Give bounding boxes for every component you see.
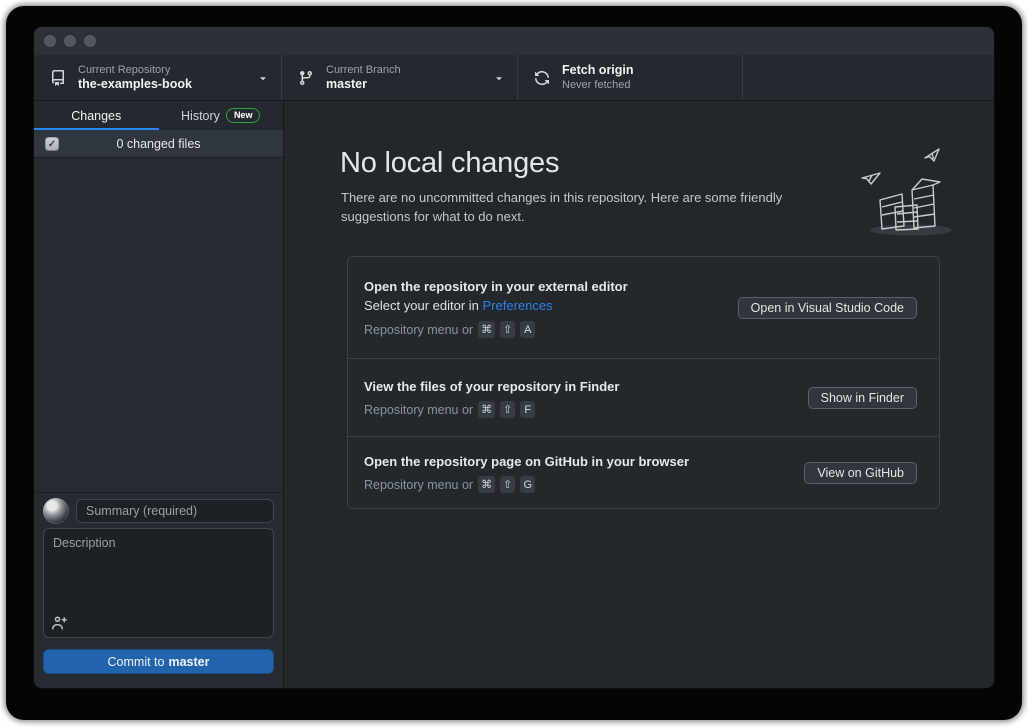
sidebar: Changes History New ✓ 0 changed files bbox=[34, 101, 284, 688]
tab-history[interactable]: History New bbox=[159, 101, 284, 130]
current-branch-label: Current Branch bbox=[326, 63, 487, 77]
shift-key: ⇧ bbox=[500, 401, 515, 418]
suggestion-open-editor-text: Open the repository in your external edi… bbox=[364, 277, 628, 338]
sync-icon bbox=[534, 70, 550, 86]
letter-key: G bbox=[520, 476, 535, 493]
current-branch-text: Current Branch master bbox=[326, 63, 487, 92]
shift-key: ⇧ bbox=[500, 476, 515, 493]
shift-key: ⇧ bbox=[500, 321, 515, 338]
select-all-checkbox[interactable]: ✓ bbox=[45, 137, 59, 151]
github-desktop-window: Current Repository the-examples-book Cur… bbox=[33, 26, 995, 689]
suggestion-title: Open the repository page on GitHub in yo… bbox=[364, 452, 689, 471]
changed-files-header: ✓ 0 changed files bbox=[34, 130, 283, 158]
fetch-origin-button[interactable]: Fetch origin Never fetched bbox=[518, 55, 743, 100]
suggestion-title: Open the repository in your external edi… bbox=[364, 277, 628, 296]
commit-button-branch: master bbox=[168, 655, 209, 669]
shortcut-hint: Repository menu or ⌘ ⇧ F bbox=[364, 401, 619, 418]
changed-files-label: 0 changed files bbox=[116, 137, 200, 151]
commit-form: Commit to master bbox=[34, 492, 283, 688]
suggestion-open-editor: Open the repository in your external edi… bbox=[348, 257, 939, 358]
commit-button[interactable]: Commit to master bbox=[43, 649, 274, 674]
cmd-key: ⌘ bbox=[478, 321, 495, 338]
open-in-editor-button[interactable]: Open in Visual Studio Code bbox=[738, 297, 917, 319]
close-button[interactable] bbox=[44, 35, 56, 47]
suggestions-panel: Open the repository in your external edi… bbox=[347, 256, 940, 509]
chevron-down-icon bbox=[257, 72, 269, 84]
shortcut-prefix: Repository menu or bbox=[364, 403, 473, 417]
git-branch-icon bbox=[298, 70, 314, 86]
toolbar: Current Repository the-examples-book Cur… bbox=[34, 55, 994, 101]
fetch-origin-label: Fetch origin bbox=[562, 63, 730, 78]
current-branch-value: master bbox=[326, 77, 487, 92]
main-panel: No local changes There are no uncommitte… bbox=[284, 101, 994, 688]
new-badge: New bbox=[226, 108, 261, 123]
fetch-origin-status: Never fetched bbox=[562, 78, 730, 92]
add-coauthor-icon[interactable] bbox=[52, 615, 68, 631]
suggestion-view-github-text: Open the repository page on GitHub in yo… bbox=[364, 452, 689, 493]
zoom-button[interactable] bbox=[84, 35, 96, 47]
tab-changes-label: Changes bbox=[71, 109, 121, 123]
suggestion-title: View the files of your repository in Fin… bbox=[364, 377, 619, 396]
commit-description-box bbox=[43, 528, 274, 638]
current-repository-label: Current Repository bbox=[78, 63, 251, 77]
page-subtitle: There are no uncommitted changes in this… bbox=[341, 189, 851, 226]
letter-key: F bbox=[520, 401, 535, 418]
current-repository-dropdown[interactable]: Current Repository the-examples-book bbox=[34, 55, 282, 100]
avatar bbox=[43, 498, 69, 524]
titlebar[interactable] bbox=[34, 27, 994, 55]
shortcut-hint: Repository menu or ⌘ ⇧ G bbox=[364, 476, 689, 493]
shortcut-hint: Repository menu or ⌘ ⇧ A bbox=[364, 321, 628, 338]
editor-line-prefix: Select your editor in bbox=[364, 298, 483, 313]
repo-icon bbox=[50, 70, 66, 86]
chevron-down-icon bbox=[493, 72, 505, 84]
cmd-key: ⌘ bbox=[478, 476, 495, 493]
tab-changes[interactable]: Changes bbox=[34, 101, 159, 130]
preferences-link[interactable]: Preferences bbox=[483, 298, 553, 313]
show-in-finder-button[interactable]: Show in Finder bbox=[808, 387, 917, 409]
shortcut-prefix: Repository menu or bbox=[364, 478, 473, 492]
commit-button-prefix: Commit to bbox=[108, 655, 165, 669]
commit-summary-input[interactable] bbox=[76, 499, 274, 523]
suggestion-line: Select your editor in Preferences bbox=[364, 296, 628, 316]
shortcut-prefix: Repository menu or bbox=[364, 323, 473, 337]
changes-file-list[interactable] bbox=[34, 158, 283, 492]
minimize-button[interactable] bbox=[64, 35, 76, 47]
current-repository-value: the-examples-book bbox=[78, 77, 251, 92]
current-branch-dropdown[interactable]: Current Branch master bbox=[282, 55, 518, 100]
desktop-canvas: Current Repository the-examples-book Cur… bbox=[0, 0, 1028, 728]
crumpled-papers-illustration bbox=[854, 144, 964, 239]
letter-key: A bbox=[520, 321, 535, 338]
view-on-github-button[interactable]: View on GitHub bbox=[804, 462, 917, 484]
suggestion-view-github: Open the repository page on GitHub in yo… bbox=[348, 436, 939, 508]
tab-history-label: History bbox=[181, 109, 220, 123]
cmd-key: ⌘ bbox=[478, 401, 495, 418]
toolbar-spacer bbox=[743, 55, 994, 100]
commit-description-input[interactable] bbox=[44, 529, 273, 615]
sidebar-tabs: Changes History New bbox=[34, 101, 283, 130]
fetch-origin-text: Fetch origin Never fetched bbox=[562, 63, 730, 92]
suggestion-show-finder: View the files of your repository in Fin… bbox=[348, 358, 939, 436]
suggestion-show-finder-text: View the files of your repository in Fin… bbox=[364, 377, 619, 418]
current-repository-text: Current Repository the-examples-book bbox=[78, 63, 251, 92]
